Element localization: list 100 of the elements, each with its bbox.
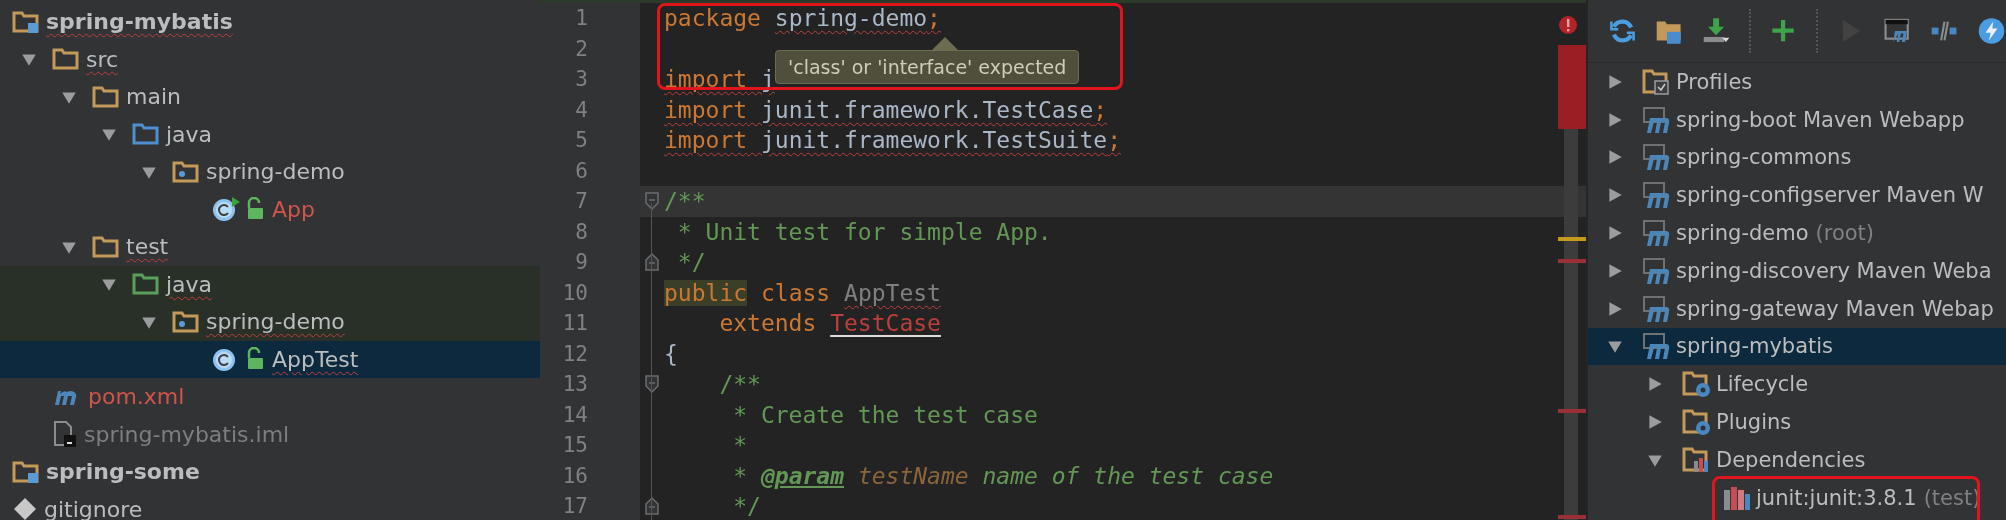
tree-row[interactable]: spring-discovery Maven Weba [1588, 252, 2006, 290]
expand-arrow-icon[interactable] [1606, 186, 1624, 205]
tree-label: junit:junit:3.8.1 [1756, 485, 1917, 510]
line-number: 13 [540, 369, 640, 400]
expand-arrow-icon[interactable] [1606, 224, 1624, 243]
tree-row[interactable]: Dependencies [1588, 440, 2006, 479]
error-marker[interactable] [1558, 515, 1586, 519]
line-number: 17 [540, 491, 640, 520]
tree-label: spring-mybatis [46, 9, 233, 35]
tree-label: java [166, 121, 213, 147]
file-icon [52, 420, 78, 449]
expand-arrow-icon[interactable] [1606, 299, 1624, 318]
code-token: spring-demo [774, 5, 928, 32]
code-token: import [664, 127, 748, 154]
line-number: 15 [540, 430, 640, 461]
folder-icon [92, 84, 120, 109]
tree-row[interactable]: java [0, 265, 540, 303]
line-number: 16 [540, 460, 640, 491]
tree-row[interactable]: AppTest [0, 340, 540, 378]
maven-module-icon [1642, 332, 1672, 361]
package-folder-icon [172, 159, 200, 184]
expand-arrow-icon[interactable] [1606, 72, 1624, 91]
tree-label: spring-some [46, 459, 200, 485]
line-number: 6 [540, 155, 640, 186]
tree-label: spring-demo [206, 309, 345, 335]
tree-label: test [126, 234, 169, 260]
expand-arrow-icon[interactable] [1606, 110, 1624, 129]
tree-label: spring-demo [206, 159, 345, 185]
tree-row[interactable]: spring-demo [0, 153, 540, 191]
gear-folder-icon [1682, 370, 1712, 399]
tree-label: spring-configserver Maven W [1676, 183, 1984, 208]
folder-icon [12, 9, 40, 34]
selected-tree-row[interactable]: spring-mybatis [1588, 327, 2006, 366]
fold-marker-icon[interactable] [644, 496, 660, 517]
expand-arrow-icon[interactable] [1606, 261, 1624, 280]
code-token: /** [718, 371, 761, 398]
code-token: junit.framework.TestCase [759, 96, 1094, 123]
maven-module-icon [1642, 181, 1672, 210]
code-token: public [664, 279, 748, 306]
tree-row[interactable]: Plugins [1588, 403, 2006, 441]
scrollbar[interactable] [1558, 45, 1586, 520]
line-number: 8 [540, 216, 640, 247]
tree-row[interactable]: Lifecycle [1588, 365, 2006, 404]
tree-label: Lifecycle [1716, 372, 1809, 397]
tree-label: spring-mybatis.iml [84, 421, 290, 447]
code-token: package [664, 5, 762, 32]
line-number: 10 [540, 277, 640, 308]
tree-row[interactable]: test [0, 228, 540, 266]
tree-row[interactable]: spring-gateway Maven Webap [1588, 289, 2006, 328]
tree-label: spring-mybatis [1676, 334, 1834, 359]
code-token: import [664, 96, 748, 123]
fold-marker-icon[interactable] [644, 191, 660, 212]
code-token: */ [732, 493, 761, 520]
tree-row[interactable]: spring-demo [0, 303, 540, 341]
error-marker[interactable] [1558, 259, 1586, 263]
tree-row[interactable]: java [0, 115, 540, 153]
code-token: testName [856, 462, 969, 489]
tree-label: AppTest [272, 346, 359, 372]
maven-module-icon [1642, 294, 1672, 323]
code-token: { [664, 340, 678, 367]
maven-module-icon [1642, 219, 1672, 248]
folder-icon [92, 234, 120, 259]
fold-marker-icon[interactable] [644, 252, 660, 273]
tree-label: main [126, 84, 181, 110]
tree-label-note: (root) [1815, 221, 1874, 246]
tree-row[interactable]: spring-commons [1588, 138, 2006, 177]
code-token: TestCase [830, 310, 941, 337]
expand-arrow-icon[interactable] [1646, 375, 1664, 394]
tree-label: App [272, 196, 315, 222]
tree-label: spring-commons [1676, 145, 1852, 170]
tree-label: Dependencies [1716, 447, 1866, 472]
tree-row[interactable]: spring-some [0, 453, 540, 491]
warning-marker[interactable] [1558, 237, 1586, 241]
tree-label: spring-discovery Maven Weba [1676, 258, 1992, 283]
expand-arrow-icon[interactable] [1606, 148, 1624, 167]
tree-label: Plugins [1716, 410, 1792, 435]
tree-row[interactable]: main [0, 78, 540, 116]
line-number: 3 [540, 64, 640, 95]
tree-row[interactable]: spring-boot Maven Webapp [1588, 100, 2006, 139]
tree-label: spring-boot Maven Webapp [1676, 107, 1965, 132]
tree-label: spring-demo [1676, 221, 1809, 246]
class-icon [212, 196, 242, 223]
error-marker[interactable] [1558, 409, 1586, 413]
maven-module-icon [1642, 256, 1672, 285]
line-number: 12 [540, 338, 640, 369]
fold-marker-icon[interactable] [644, 374, 660, 395]
tree-label: java [166, 271, 213, 297]
tree-row[interactable]: spring-configserver Maven W [1588, 176, 2006, 215]
tree-row[interactable]: spring-demo (root) [1588, 214, 2006, 252]
tree-row[interactable]: spring-mybatis [0, 3, 540, 41]
error-icon[interactable] [1558, 15, 1578, 35]
scrollbar-thumb[interactable] [1558, 45, 1586, 129]
code-token: /** [664, 188, 706, 215]
tree-row[interactable]: Profiles [1588, 63, 2006, 101]
code-token: * [732, 432, 748, 459]
code-token: */ [676, 249, 706, 276]
expand-arrow-icon[interactable] [1646, 413, 1664, 432]
tree-row[interactable]: src [0, 40, 540, 78]
folder-icon [12, 459, 40, 484]
code-token: import [664, 66, 748, 93]
